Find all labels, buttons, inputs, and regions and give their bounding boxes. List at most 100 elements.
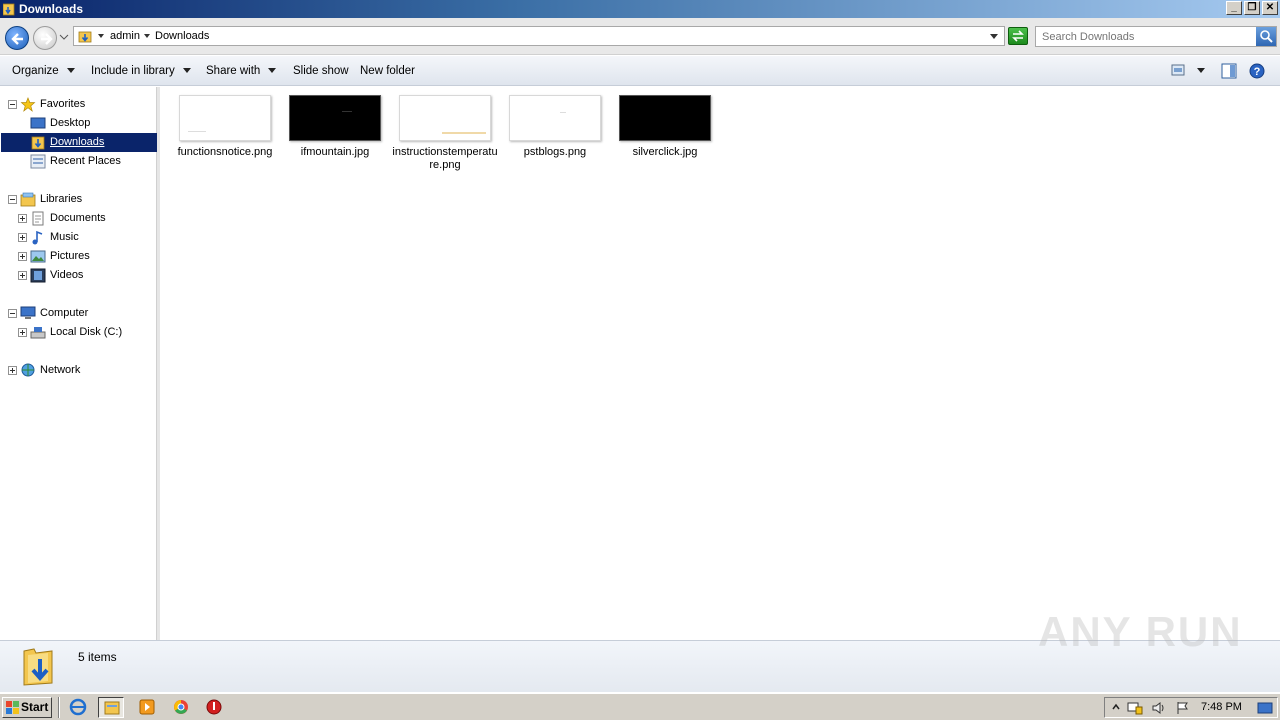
downloads-folder-icon — [78, 31, 92, 43]
stop-app-taskbar-button[interactable] — [201, 697, 227, 718]
refresh-button[interactable] — [1008, 27, 1028, 45]
search-box — [1035, 26, 1277, 47]
file-list: functionsnotice.png ifmountain.jpg instr… — [160, 87, 1280, 640]
expand-icon[interactable] — [18, 328, 27, 337]
nav-pictures[interactable]: Pictures — [0, 247, 157, 266]
nav-documents[interactable]: Documents — [0, 209, 157, 228]
chevron-down-icon — [66, 68, 75, 74]
close-button[interactable]: ✕ — [1262, 1, 1278, 15]
nav-libraries[interactable]: Libraries — [0, 190, 157, 209]
documents-icon — [32, 211, 44, 226]
nav-videos[interactable]: Videos — [0, 266, 157, 285]
start-button[interactable]: Start — [2, 697, 52, 718]
chrome-icon — [174, 700, 188, 714]
collapse-icon[interactable] — [8, 100, 17, 109]
share-with-label: Share with — [206, 65, 261, 77]
music-icon — [32, 230, 43, 245]
file-item[interactable]: functionsnotice.png — [171, 95, 279, 159]
file-item[interactable]: instructionstemperature.png — [391, 95, 499, 172]
file-item[interactable]: ifmountain.jpg — [281, 95, 389, 159]
nav-network[interactable]: Network — [0, 361, 157, 380]
show-desktop-icon[interactable] — [1257, 701, 1273, 715]
view-options-dropdown-icon[interactable] — [1197, 68, 1205, 73]
show-hidden-icons-icon[interactable] — [1111, 701, 1121, 715]
share-with-menu[interactable]: Share with — [206, 64, 277, 78]
change-view-icon[interactable] — [1171, 63, 1185, 77]
breadcrumb-admin[interactable]: admin — [110, 29, 140, 43]
organize-menu[interactable]: Organize — [12, 64, 75, 78]
navigation-pane: Favorites Desktop Downloads Recent Place… — [0, 87, 157, 640]
downloads-folder-icon — [23, 648, 53, 686]
chrome-taskbar-button[interactable] — [168, 697, 194, 718]
minimize-button[interactable]: _ — [1226, 1, 1242, 15]
new-folder-button[interactable]: New folder — [360, 64, 415, 78]
help-icon[interactable]: ? — [1249, 63, 1265, 79]
nav-pictures-label: Pictures — [50, 250, 90, 262]
slide-show-button[interactable]: Slide show — [293, 64, 349, 78]
search-icon — [1260, 30, 1273, 43]
expand-icon[interactable] — [18, 252, 27, 261]
file-name: functionsnotice.png — [177, 146, 273, 158]
include-in-library-label: Include in library — [91, 65, 175, 77]
include-in-library-menu[interactable]: Include in library — [91, 64, 191, 78]
svg-text:?: ? — [1254, 66, 1261, 78]
nav-libraries-label: Libraries — [40, 193, 83, 205]
nav-local-disk[interactable]: Local Disk (C:) — [0, 323, 157, 342]
nav-computer[interactable]: Computer — [0, 304, 157, 323]
videos-icon — [30, 268, 46, 283]
file-item[interactable]: pstblogs.png — [501, 95, 609, 159]
forward-button[interactable] — [33, 26, 57, 50]
action-center-flag-icon[interactable] — [1175, 701, 1191, 715]
collapse-icon[interactable] — [8, 309, 17, 318]
breadcrumb-downloads[interactable]: Downloads — [155, 29, 209, 43]
nav-downloads[interactable]: Downloads — [1, 133, 157, 152]
address-bar[interactable]: admin Downloads — [73, 26, 1005, 46]
folder-icon — [104, 701, 120, 715]
downloads-folder-icon — [31, 136, 45, 150]
stop-icon — [206, 699, 222, 715]
explorer-taskbar-button[interactable] — [98, 697, 124, 718]
nav-music[interactable]: Music — [0, 228, 157, 247]
back-button[interactable] — [5, 26, 29, 50]
nav-local-disk-label: Local Disk (C:) — [50, 326, 123, 338]
search-button[interactable] — [1256, 27, 1276, 46]
expand-icon[interactable] — [18, 214, 27, 223]
preview-pane-icon[interactable] — [1221, 63, 1237, 79]
internet-explorer-taskbar-button[interactable] — [65, 697, 91, 718]
nav-favorites-label: Favorites — [40, 98, 86, 110]
expand-icon[interactable] — [8, 366, 17, 375]
nav-desktop-label: Desktop — [50, 117, 91, 129]
media-player-taskbar-button[interactable] — [134, 697, 160, 718]
media-player-icon — [139, 699, 155, 715]
nav-music-label: Music — [50, 231, 79, 243]
star-icon — [20, 97, 36, 112]
nav-favorites[interactable]: Favorites — [0, 95, 157, 114]
clock[interactable]: 7:48 PM — [1201, 701, 1242, 713]
collapse-icon[interactable] — [8, 195, 17, 204]
address-dropdown-icon[interactable] — [990, 34, 998, 39]
file-name: instructionstemperature.png — [392, 146, 498, 171]
breadcrumb-separator[interactable] — [144, 34, 150, 38]
nav-recent-places-label: Recent Places — [50, 155, 121, 167]
file-item[interactable]: silverclick.jpg — [611, 95, 719, 159]
network-status-icon[interactable] — [1127, 701, 1143, 715]
nav-downloads-label: Downloads — [50, 136, 105, 148]
maximize-button[interactable]: ❐ — [1244, 1, 1260, 15]
watermark-logo: ANY RUN — [1038, 608, 1243, 655]
nav-recent-places[interactable]: Recent Places — [0, 152, 157, 171]
computer-icon — [20, 306, 36, 319]
desktop-icon — [30, 117, 46, 129]
history-dropdown-icon[interactable] — [59, 32, 69, 42]
internet-explorer-icon — [69, 698, 87, 716]
file-thumbnail — [289, 95, 381, 141]
command-bar: Organize Include in library Share with S… — [0, 56, 1280, 86]
volume-icon[interactable] — [1151, 701, 1167, 715]
file-name: ifmountain.jpg — [300, 146, 370, 158]
file-thumbnail — [619, 95, 711, 141]
breadcrumb-separator[interactable] — [98, 34, 104, 38]
libraries-icon — [20, 192, 36, 207]
expand-icon[interactable] — [18, 233, 27, 242]
search-input[interactable] — [1036, 27, 1256, 46]
expand-icon[interactable] — [18, 271, 27, 280]
nav-desktop[interactable]: Desktop — [0, 114, 157, 133]
